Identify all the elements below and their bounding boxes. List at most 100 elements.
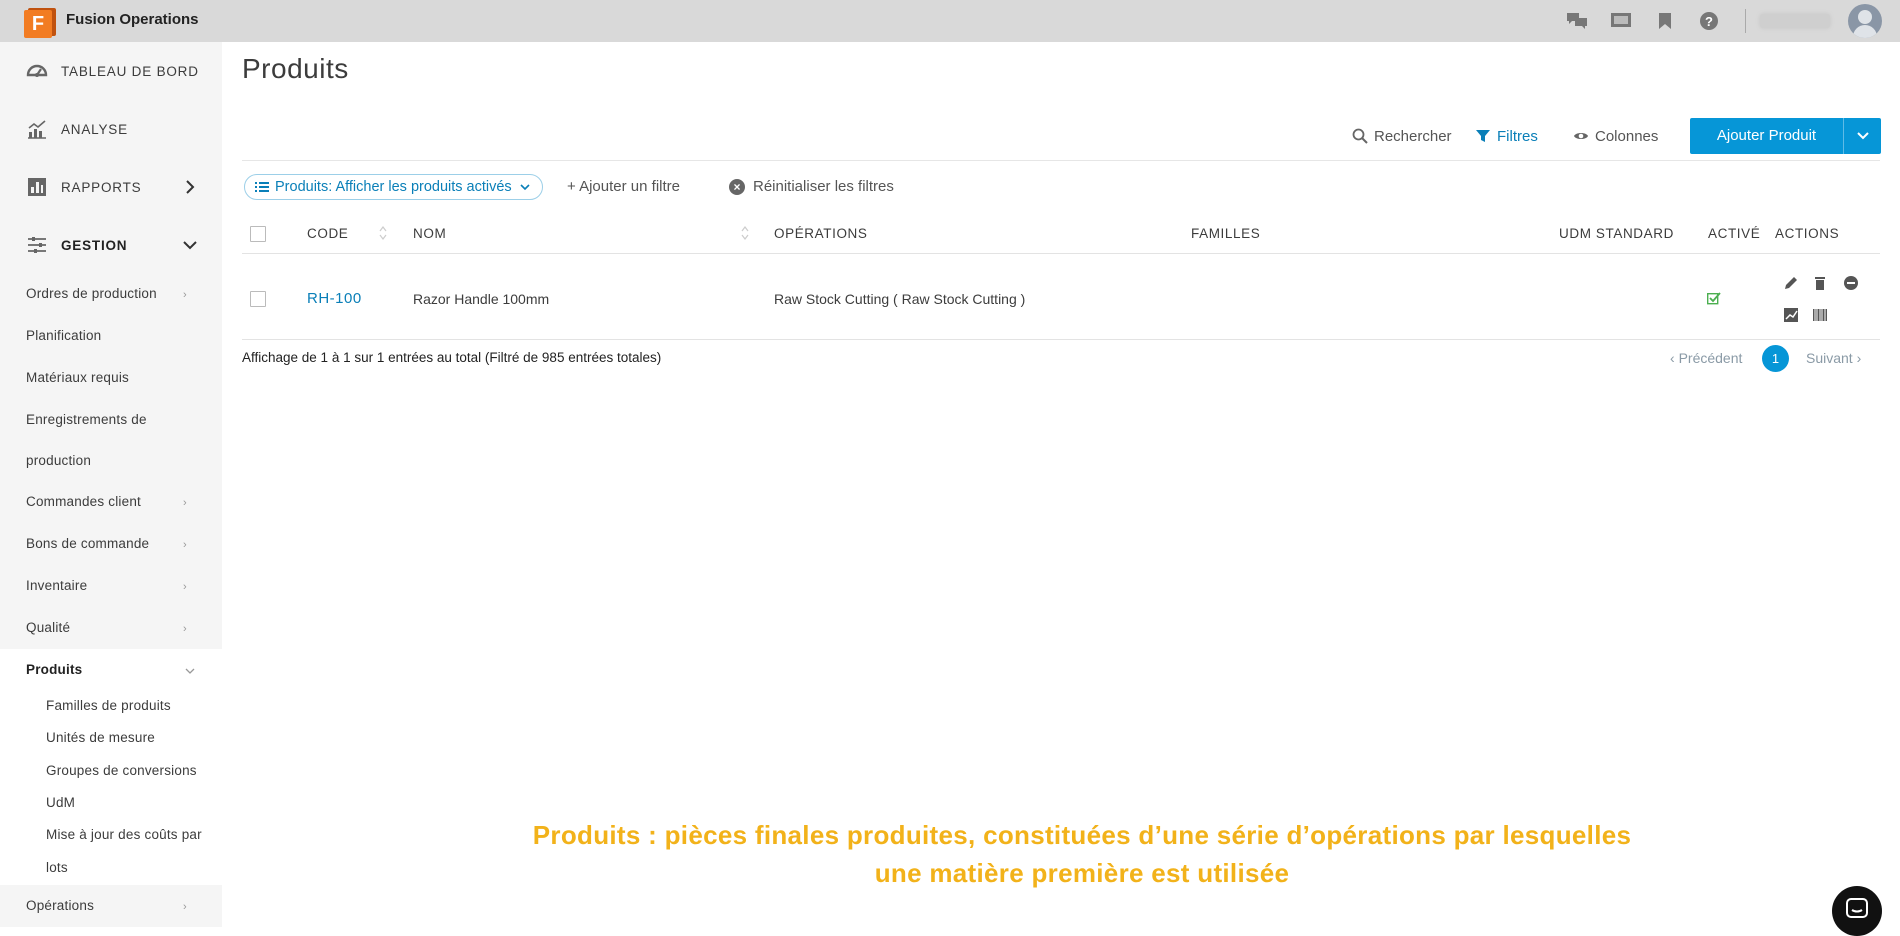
sidebar-subitem-groupes[interactable]: Groupes de conversions bbox=[0, 755, 222, 787]
column-header-operations[interactable]: OPÉRATIONS bbox=[774, 226, 868, 241]
sidebar-item-rapports[interactable]: RAPPORTS bbox=[0, 158, 222, 216]
reset-filters-label: Réinitialiser les filtres bbox=[753, 178, 894, 195]
barcode-icon[interactable] bbox=[1812, 307, 1828, 323]
sidebar-item-produits[interactable]: Produits bbox=[0, 649, 222, 691]
active-filter-chip[interactable]: Produits: Afficher les produits activés bbox=[244, 174, 543, 200]
column-header-code[interactable]: CODE bbox=[307, 226, 348, 241]
chevron-right-icon: › bbox=[183, 497, 187, 509]
sidebar-item-label: Commandes client bbox=[26, 494, 141, 509]
chat-icon[interactable] bbox=[1565, 9, 1589, 33]
sidebar-item-label: Ordres de production bbox=[26, 286, 157, 301]
active-check-icon bbox=[1707, 292, 1721, 305]
sort-icon[interactable] bbox=[741, 226, 749, 240]
filters-button[interactable]: Filtres bbox=[1475, 124, 1538, 148]
divider bbox=[242, 160, 1880, 161]
stats-icon[interactable] bbox=[1783, 307, 1799, 323]
pagination-next-label: Suivant bbox=[1806, 350, 1853, 366]
avatar[interactable] bbox=[1848, 4, 1882, 38]
columns-button[interactable]: Colonnes bbox=[1573, 124, 1658, 148]
sidebar-item-ordres-de-production[interactable]: Ordres de production › bbox=[0, 273, 222, 315]
sidebar-item-enregistrements[interactable]: Enregistrements de bbox=[0, 399, 222, 441]
divider bbox=[242, 339, 1880, 340]
column-header-nom[interactable]: NOM bbox=[413, 226, 446, 241]
columns-label: Colonnes bbox=[1595, 127, 1659, 145]
add-product-dropdown[interactable] bbox=[1844, 118, 1881, 154]
sidebar-subitem-mise-a-jour[interactable]: Mise à jour des coûts par bbox=[0, 819, 222, 851]
top-bar: F Fusion Operations ? bbox=[0, 0, 1900, 42]
product-code-link[interactable]: RH-100 bbox=[307, 290, 362, 307]
add-product-button[interactable]: Ajouter Produit bbox=[1690, 118, 1881, 154]
sidebar-item-qualite[interactable]: Qualité › bbox=[0, 607, 222, 649]
search-button[interactable]: Rechercher bbox=[1352, 124, 1452, 148]
chevron-down-icon bbox=[183, 241, 197, 250]
support-chat-button[interactable] bbox=[1832, 886, 1882, 936]
sidebar-item-planification[interactable]: Planification bbox=[0, 315, 222, 357]
reset-filters-button[interactable]: × Réinitialiser les filtres bbox=[729, 178, 894, 195]
pagination-previous-label: Précédent bbox=[1678, 350, 1743, 366]
top-icons: ? bbox=[1555, 0, 1900, 42]
sidebar-item-label: lots bbox=[46, 860, 68, 875]
row-checkbox[interactable] bbox=[250, 291, 266, 307]
sidebar-subitem-udm[interactable]: UdM bbox=[0, 787, 222, 819]
sidebar-item-commandes-client[interactable]: Commandes client › bbox=[0, 481, 222, 523]
sidebar-subitem-unites[interactable]: Unités de mesure bbox=[0, 722, 222, 754]
sidebar-item-label: Produits bbox=[26, 662, 83, 677]
sidebar-item-bons-de-commande[interactable]: Bons de commande › bbox=[0, 523, 222, 565]
help-icon[interactable]: ? bbox=[1697, 9, 1721, 33]
edit-icon[interactable] bbox=[1783, 275, 1799, 291]
sidebar-subitem-mise-a-jour-cont[interactable]: lots bbox=[0, 852, 222, 884]
logo-letter: F bbox=[24, 10, 52, 38]
column-header-familles[interactable]: FAMILLES bbox=[1191, 226, 1260, 241]
add-product-label: Ajouter Produit bbox=[1716, 127, 1817, 144]
sidebar-item-operations[interactable]: Opérations › bbox=[0, 885, 222, 927]
divider bbox=[242, 253, 1880, 254]
deactivate-icon[interactable] bbox=[1843, 275, 1859, 291]
sidebar-item-label: RAPPORTS bbox=[61, 179, 142, 195]
sidebar-item-label: production bbox=[26, 453, 92, 468]
app-logo[interactable]: F bbox=[24, 6, 58, 38]
filter-icon bbox=[1476, 130, 1490, 142]
select-all-checkbox[interactable] bbox=[250, 226, 266, 242]
analytics-icon bbox=[28, 120, 46, 139]
sidebar-item-enregistrements-cont[interactable]: production bbox=[0, 440, 222, 482]
chevron-right-icon: › bbox=[183, 289, 187, 301]
svg-text:?: ? bbox=[1705, 14, 1713, 29]
column-header-active[interactable]: ACTIVÉ bbox=[1708, 226, 1760, 241]
search-icon bbox=[1352, 128, 1368, 144]
pagination-previous[interactable]: ‹ Précédent bbox=[1670, 350, 1742, 366]
list-icon bbox=[255, 182, 269, 192]
sidebar-item-materiaux-requis[interactable]: Matériaux requis bbox=[0, 357, 222, 399]
app-title: Fusion Operations bbox=[66, 11, 199, 28]
pagination-next[interactable]: Suivant › bbox=[1806, 350, 1861, 366]
chevron-down-icon bbox=[185, 668, 195, 674]
sidebar-item-tableau-de-bord[interactable]: TABLEAU DE BORD bbox=[0, 42, 222, 100]
sidebar-item-label: UdM bbox=[46, 795, 76, 810]
sidebar-item-label: TABLEAU DE BORD bbox=[61, 63, 199, 79]
sidebar-item-analyse[interactable]: ANALYSE bbox=[0, 100, 222, 158]
bookmark-icon[interactable] bbox=[1653, 9, 1677, 33]
screen-icon[interactable] bbox=[1609, 9, 1633, 33]
chevron-right-icon: › bbox=[183, 901, 187, 913]
search-label: Rechercher bbox=[1374, 127, 1452, 145]
close-circle-icon: × bbox=[729, 178, 745, 195]
sidebar-item-label: Bons de commande bbox=[26, 536, 150, 551]
reports-icon bbox=[28, 178, 46, 196]
sort-icon[interactable] bbox=[379, 226, 387, 240]
column-header-udm-standard[interactable]: UDM STANDARD bbox=[1559, 226, 1674, 241]
delete-icon[interactable] bbox=[1812, 275, 1828, 291]
chat-icon bbox=[1846, 898, 1868, 918]
sidebar-item-inventaire[interactable]: Inventaire › bbox=[0, 565, 222, 607]
page-title: Produits bbox=[242, 53, 349, 84]
sidebar-item-gestion[interactable]: GESTION bbox=[0, 216, 222, 274]
add-filter-button[interactable]: + Ajouter un filtre bbox=[567, 178, 680, 195]
user-name-blurred[interactable] bbox=[1760, 14, 1830, 28]
divider bbox=[1745, 9, 1746, 33]
column-header-actions: ACTIONS bbox=[1775, 226, 1840, 241]
caption-text: Produits : pièces finales produites, con… bbox=[432, 816, 1732, 892]
caption-line-2: une matière première est utilisée bbox=[874, 858, 1290, 888]
sidebar-item-label: ANALYSE bbox=[61, 121, 128, 137]
sidebar-item-label: Unités de mesure bbox=[46, 730, 155, 745]
pagination-page[interactable]: 1 bbox=[1762, 345, 1789, 372]
sidebar: TABLEAU DE BORD ANALYSE RAPPORTS GESTION… bbox=[0, 42, 222, 930]
sidebar-subitem-familles[interactable]: Familles de produits bbox=[0, 690, 222, 722]
